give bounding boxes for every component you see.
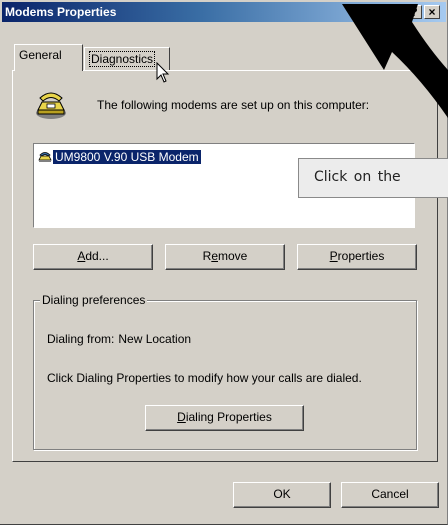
window-title: Modems Properties <box>5 5 117 19</box>
add-button-label: dd... <box>85 249 109 263</box>
dialing-properties-button-label: ialing Properties <box>185 410 272 424</box>
dialing-preferences-legend: Dialing preferences <box>40 293 148 307</box>
remove-button-label-end: move <box>218 249 248 263</box>
modem-name: UM9800 V.90 USB Modem <box>53 150 201 164</box>
annotation-callout: Click on the <box>298 158 448 198</box>
remove-button-accel: e <box>211 249 218 263</box>
dialing-properties-button[interactable]: Dialing Properties <box>145 405 304 431</box>
dialing-from-value: New Location <box>118 332 192 346</box>
tab-general[interactable]: General <box>14 44 83 71</box>
modem-list-item[interactable]: UM9800 V.90 USB Modem <box>37 149 201 165</box>
ok-button[interactable]: OK <box>233 482 331 508</box>
dialing-from-label: Dialing from: <box>47 332 115 346</box>
properties-button-label: roperties <box>337 249 385 263</box>
mouse-pointer-icon <box>156 62 170 83</box>
cancel-button[interactable]: Cancel <box>341 482 439 508</box>
modem-phone-icon <box>36 92 66 119</box>
dialing-from-row: Dialing from: New Location <box>47 332 191 346</box>
modems-intro-text: The following modems are set up on this … <box>97 98 370 112</box>
add-button[interactable]: Add... <box>33 244 153 270</box>
annotation-arrow-icon <box>342 4 448 118</box>
tab-diagnostics-label: Diagnostics <box>89 51 156 67</box>
dialing-properties-button-accel: D <box>177 410 186 424</box>
tab-general-label: General <box>19 48 62 62</box>
modem-small-icon <box>38 152 52 162</box>
remove-button-label-start: R <box>202 249 212 263</box>
properties-button-accel: P <box>329 249 338 263</box>
remove-button[interactable]: Remove <box>165 244 285 270</box>
properties-button[interactable]: Properties <box>297 244 417 270</box>
dialing-help-text: Click Dialing Properties to modify how y… <box>47 371 362 385</box>
